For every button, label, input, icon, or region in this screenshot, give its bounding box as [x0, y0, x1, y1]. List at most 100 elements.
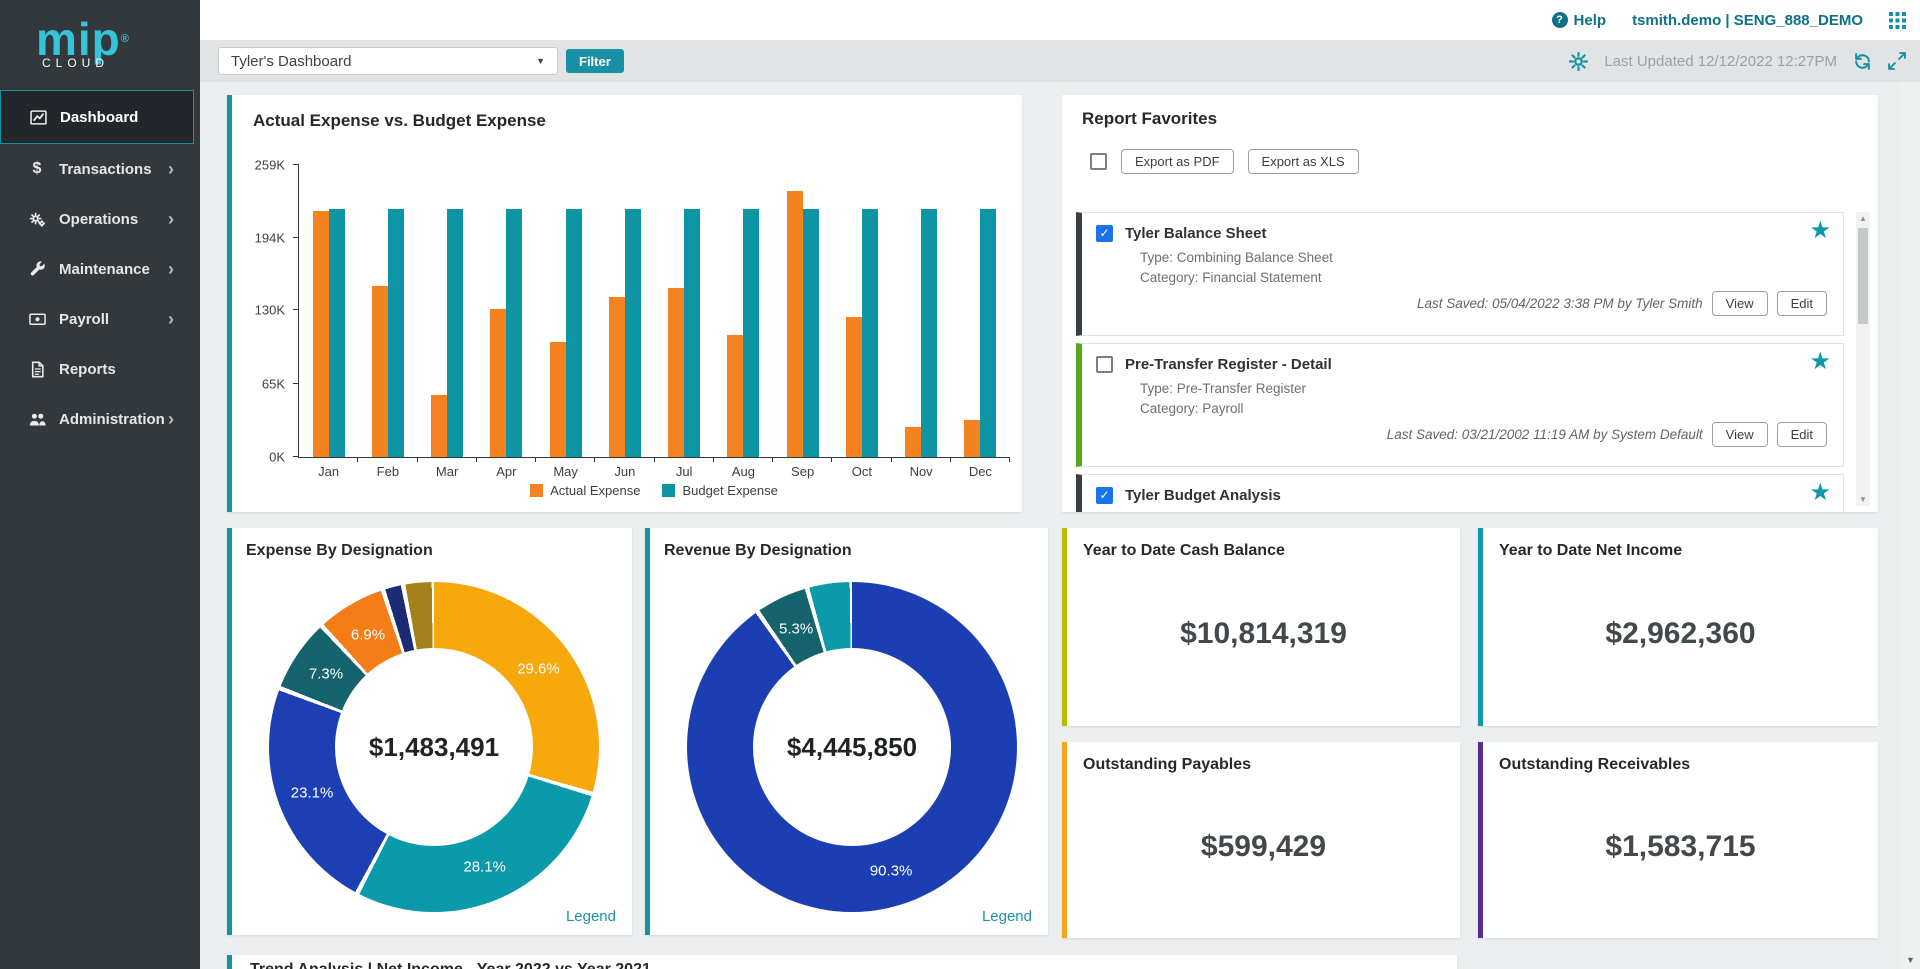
- registered-mark: ®: [121, 33, 130, 45]
- select-all-checkbox[interactable]: [1090, 153, 1107, 170]
- sidebar-item-payroll[interactable]: Payroll›: [0, 294, 200, 344]
- report-favorites-title: Report Favorites: [1082, 109, 1217, 129]
- slice-percent-label: 90.3%: [870, 863, 913, 880]
- actual-expense-bar: [372, 286, 388, 457]
- kpi-value: $10,814,319: [1067, 542, 1460, 726]
- bar-group-jan: [299, 165, 358, 457]
- sidebar-item-operations[interactable]: Operations›: [0, 194, 200, 244]
- revenue-legend-link[interactable]: Legend: [982, 908, 1032, 925]
- x-tick-label: Jan: [299, 464, 358, 479]
- expense-legend-link[interactable]: Legend: [566, 908, 616, 925]
- report-list-item: Pre-Transfer Register - Detail ★ Type: P…: [1076, 343, 1844, 467]
- budget-expense-bar: [862, 209, 878, 457]
- revenue-donut-chart: $4,445,850 90.3% 5.3%: [687, 582, 1017, 912]
- slice-percent-label: 23.1%: [291, 785, 334, 802]
- help-link[interactable]: ? Help: [1552, 12, 1607, 29]
- actual-expense-bar: [431, 395, 447, 457]
- report-favorites-list: Tyler Balance Sheet ★ Type: Combining Ba…: [1076, 212, 1844, 512]
- scroll-up-icon[interactable]: ▲: [1856, 214, 1870, 223]
- expand-icon[interactable]: [1888, 52, 1906, 70]
- bar-chart-bars: [299, 165, 1010, 457]
- scroll-down-icon[interactable]: ▼: [1901, 955, 1920, 965]
- user-org-label[interactable]: tsmith.demo | SENG_888_DEMO: [1632, 12, 1863, 29]
- x-tick-label: Mar: [418, 464, 477, 479]
- report-list-scrollbar[interactable]: ▲ ▼: [1856, 212, 1870, 506]
- dollar-icon: $: [28, 160, 46, 178]
- view-button[interactable]: View: [1712, 291, 1768, 316]
- revenue-donut-hole: $4,445,850: [753, 648, 951, 846]
- scroll-down-icon[interactable]: ▼: [1856, 495, 1870, 504]
- budget-expense-bar: [921, 209, 937, 457]
- budget-expense-bar: [980, 209, 996, 457]
- bar-group-sep: [773, 165, 832, 457]
- favorite-star-icon[interactable]: ★: [1809, 481, 1831, 505]
- sidebar-item-administration[interactable]: Administration›: [0, 394, 200, 444]
- view-button[interactable]: View: [1712, 422, 1768, 447]
- legend-item: Budget Expense: [662, 483, 777, 498]
- report-title: Tyler Balance Sheet: [1125, 225, 1266, 242]
- report-last-saved: Last Saved: 05/04/2022 3:38 PM by Tyler …: [1417, 296, 1703, 311]
- sidebar-item-transactions[interactable]: $Transactions›: [0, 144, 200, 194]
- actual-expense-bar: [609, 297, 625, 457]
- bar-group-aug: [714, 165, 773, 457]
- app-grid-icon[interactable]: [1889, 12, 1906, 29]
- outstanding-receivables-card: Outstanding Receivables $1,583,715: [1478, 742, 1878, 938]
- revenue-donut-title: Revenue By Designation: [664, 542, 852, 560]
- y-tick-label: 65K: [241, 376, 285, 391]
- main-content: Actual Expense vs. Budget Expense 0K65K1…: [200, 82, 1920, 969]
- report-type: Type: Combining Balance Sheet: [1096, 250, 1829, 265]
- gear-icon[interactable]: [1569, 52, 1588, 71]
- toolbar: Tyler's Dashboard ▼ Filter Last Updated …: [200, 40, 1920, 82]
- expense-donut-hole: $1,483,491: [335, 648, 533, 846]
- actual-expense-bar: [490, 309, 506, 457]
- bar-group-mar: [418, 165, 477, 457]
- legend-label: Budget Expense: [682, 483, 777, 498]
- outstanding-payables-card: Outstanding Payables $599,429: [1062, 742, 1460, 938]
- report-checkbox[interactable]: [1096, 356, 1113, 373]
- export-pdf-button[interactable]: Export as PDF: [1121, 149, 1234, 174]
- sidebar-menu: Dashboard $Transactions›Operations›Mainte…: [0, 90, 200, 444]
- report-last-saved: Last Saved: 03/21/2002 11:19 AM by Syste…: [1387, 427, 1703, 442]
- wrench-icon: [28, 260, 46, 278]
- edit-button[interactable]: Edit: [1777, 291, 1827, 316]
- bar-group-may: [536, 165, 595, 457]
- toolbar-right: Last Updated 12/12/2022 12:27PM: [1569, 40, 1906, 82]
- actual-expense-bar: [550, 342, 566, 457]
- sidebar-item-label: Dashboard: [60, 109, 138, 126]
- report-favorites-card: Report Favorites Export as PDF Export as…: [1062, 95, 1878, 512]
- report-category: Category: Financial Statement: [1096, 270, 1829, 285]
- x-tick-label: Sep: [773, 464, 832, 479]
- sidebar-item-dashboard[interactable]: Dashboard: [0, 90, 194, 144]
- refresh-icon[interactable]: [1853, 52, 1872, 71]
- bar-group-dec: [951, 165, 1010, 457]
- dashboard-select[interactable]: Tyler's Dashboard ▼: [218, 47, 558, 75]
- report-checkbox[interactable]: [1096, 487, 1113, 504]
- expense-total: $1,483,491: [369, 732, 499, 763]
- sidebar: mip® CLOUD Dashboard$Transactions›Operat…: [0, 0, 200, 969]
- y-tick-label: 130K: [241, 303, 285, 318]
- filter-button[interactable]: Filter: [566, 49, 624, 73]
- report-checkbox[interactable]: [1096, 225, 1113, 242]
- sidebar-item-reports[interactable]: Reports: [0, 344, 200, 394]
- page-scrollbar[interactable]: ▼: [1901, 82, 1920, 969]
- budget-expense-bar: [447, 209, 463, 457]
- expense-donut-title: Expense By Designation: [246, 542, 433, 560]
- slice-percent-label: 7.3%: [309, 666, 343, 683]
- export-xls-button[interactable]: Export as XLS: [1248, 149, 1359, 174]
- favorite-star-icon[interactable]: ★: [1809, 219, 1831, 243]
- bar-chart-card: Actual Expense vs. Budget Expense 0K65K1…: [227, 95, 1022, 512]
- scrollbar-thumb[interactable]: [1858, 228, 1868, 324]
- bar-group-jun: [595, 165, 654, 457]
- legend-swatch: [530, 484, 543, 497]
- actual-expense-bar: [313, 211, 329, 457]
- bar-chart-plot: 0K65K130K194K259K JanFebMarAprMayJunJulA…: [298, 165, 1010, 458]
- actual-expense-bar: [727, 335, 743, 457]
- y-tick-label: 194K: [241, 231, 285, 246]
- sidebar-item-maintenance[interactable]: Maintenance›: [0, 244, 200, 294]
- y-tick-label: 0K: [241, 450, 285, 465]
- slice-percent-label: 5.3%: [779, 621, 813, 638]
- edit-button[interactable]: Edit: [1777, 422, 1827, 447]
- favorite-star-icon[interactable]: ★: [1809, 350, 1831, 374]
- help-label: Help: [1574, 12, 1607, 29]
- topbar: ? Help tsmith.demo | SENG_888_DEMO: [200, 0, 1920, 40]
